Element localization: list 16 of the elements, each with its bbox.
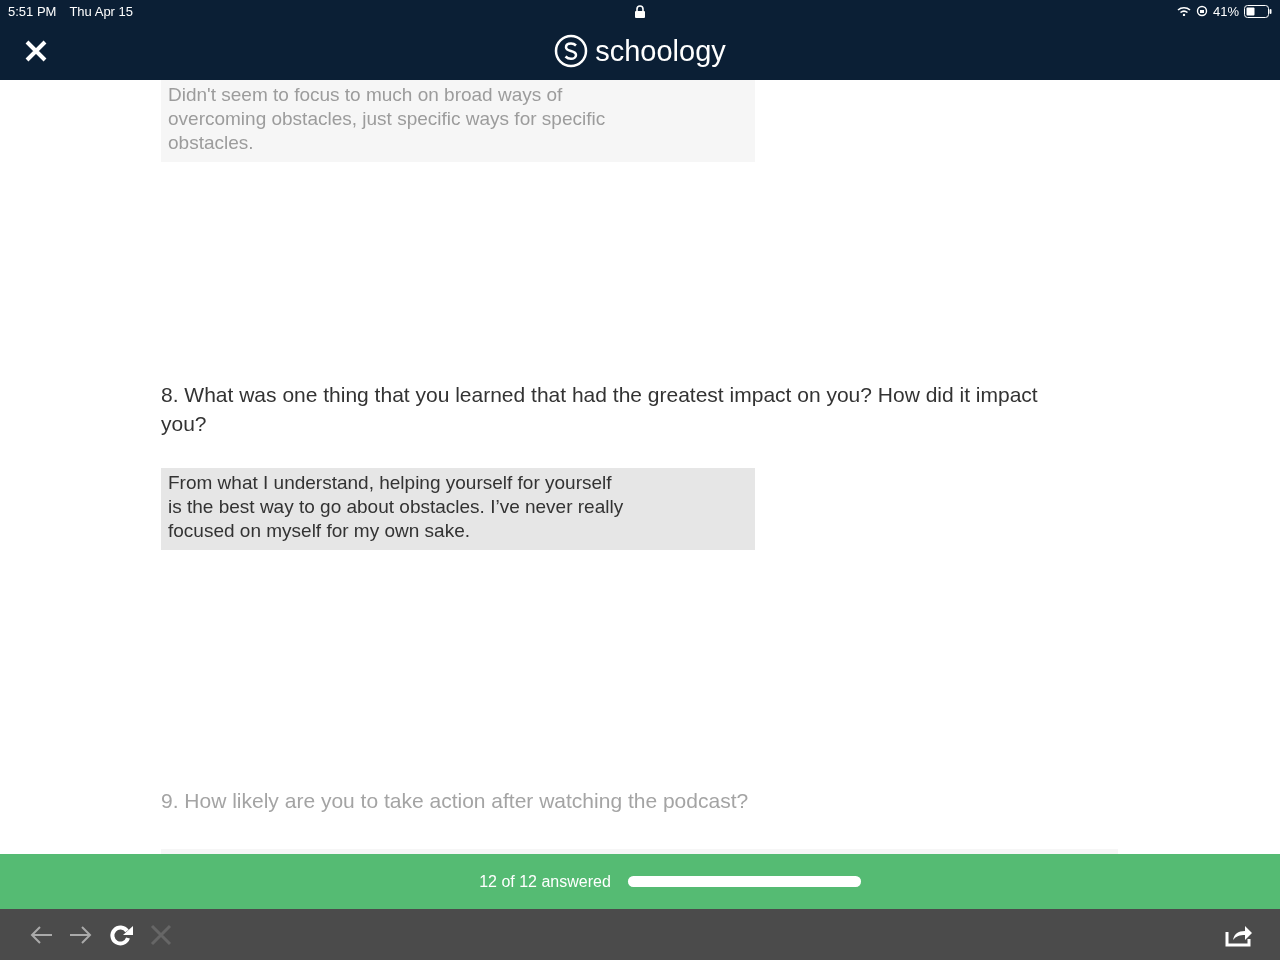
battery-icon bbox=[1244, 4, 1272, 18]
battery-percent: 41% bbox=[1212, 3, 1239, 19]
question-text: 8. What was one thing that you learned that had the greatest impact on you? How did it impact you? bbox=[161, 382, 1039, 437]
logo-text: schoology bbox=[595, 34, 726, 68]
close-button[interactable] bbox=[24, 39, 48, 63]
answer-box: Didn't seem to focus to much on broad ways of overcoming obstacles, just specific ways for specific obstacles. bbox=[161, 80, 755, 162]
lock-icon bbox=[635, 4, 645, 18]
status-date: Thu Apr 15 bbox=[69, 3, 134, 19]
logo-icon bbox=[554, 34, 589, 68]
answer-box: From what I understand, helping yourself for yourself is the best way to go about obstacles. I’ve never really focused on myself for my own sake. bbox=[161, 468, 755, 550]
progress-label: 12 of 12 answered bbox=[479, 872, 611, 891]
close-icon bbox=[24, 39, 48, 63]
status-time: 5:51 PM bbox=[8, 3, 57, 19]
question-text: 9. How likely are you to take action after watching the podcast? bbox=[161, 788, 750, 814]
orientation-lock-icon bbox=[1195, 5, 1208, 17]
wifi-icon bbox=[1176, 6, 1191, 16]
